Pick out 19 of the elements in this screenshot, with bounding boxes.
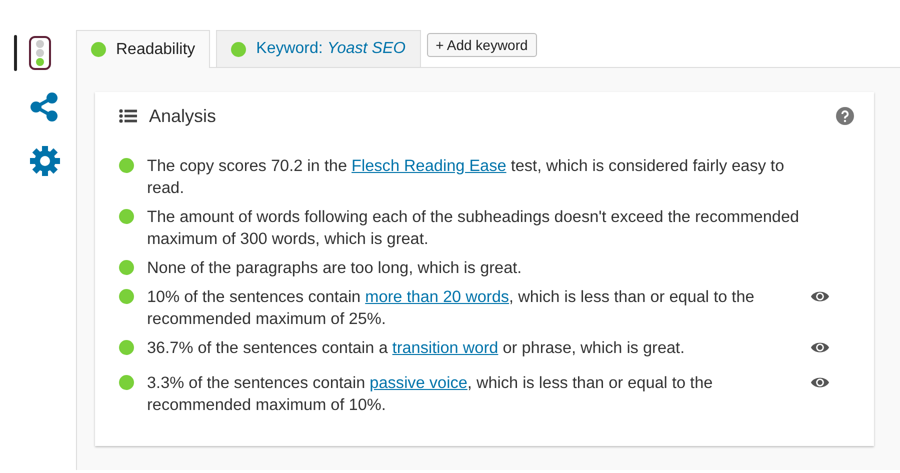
result-text: 36.7% of the sentences contain a transition word or phrase, which is great. <box>147 338 686 359</box>
tab[interactable]: Keyword: Yoast SEO <box>216 30 421 67</box>
result-text: The amount of words following each of the subheadings doesn't exceed the recommended maximum of 300 words, which is great. <box>147 207 800 250</box>
link[interactable]: transition word <box>392 339 498 357</box>
list-icon <box>119 109 137 123</box>
result-text: 3.3% of the sentences contain passive voice, which is less than or equal to the recommended maximum of 10%. <box>147 373 714 416</box>
result-text: None of the paragraphs are too long, which is great. <box>147 258 523 279</box>
help-icon[interactable] <box>836 107 854 125</box>
result-text: The copy scores 70.2 in the Flesch Reading Ease test, which is considered fairly easy to read. <box>147 156 786 199</box>
link[interactable]: passive voice <box>370 374 468 392</box>
share-icon[interactable] <box>29 92 59 122</box>
result-text: 10% of the sentences contain more than 20 words, which is less than or equal to the recommended maximum of 25%. <box>147 287 756 330</box>
panel-title: Analysis <box>149 106 218 126</box>
link[interactable]: Flesch Reading Ease <box>352 157 506 175</box>
tab[interactable]: Readability <box>76 30 210 68</box>
add-keyword-button[interactable]: + Add keyword <box>426 33 537 57</box>
traffic-light-icon[interactable] <box>29 36 51 70</box>
link[interactable]: more than 20 words <box>365 288 510 306</box>
settings-icon[interactable] <box>29 145 61 177</box>
